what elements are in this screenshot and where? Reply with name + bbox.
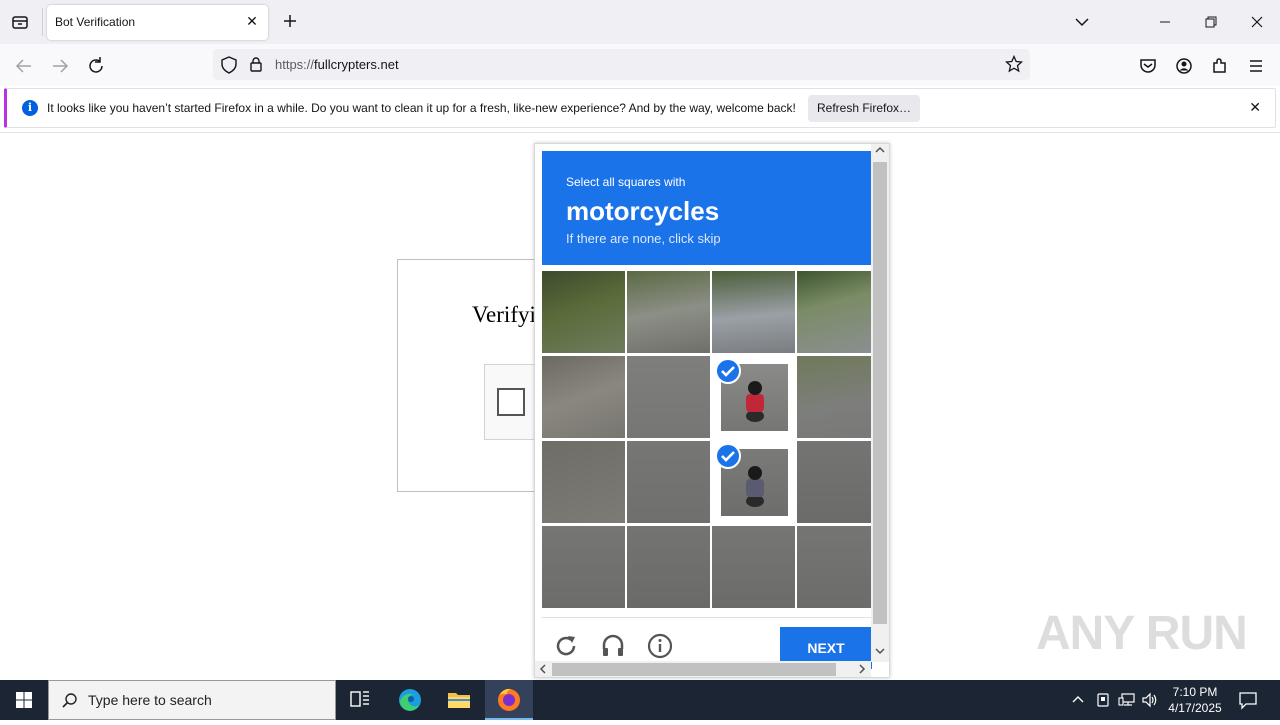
search-placeholder: Type here to search — [88, 692, 212, 708]
scroll-up-icon[interactable] — [875, 145, 885, 158]
task-view-icon[interactable] — [336, 680, 384, 720]
start-button[interactable] — [0, 680, 48, 720]
captcha-tile-4[interactable] — [797, 271, 880, 353]
refresh-firefox-button[interactable]: Refresh Firefox… — [808, 95, 920, 122]
notification-text: It looks like you haven’t started Firefo… — [47, 101, 796, 115]
url-scheme: https:// — [275, 57, 315, 72]
captcha-target: motorcycles — [566, 196, 720, 226]
reload-challenge-icon[interactable] — [552, 632, 580, 660]
horizontal-scroll-thumb[interactable] — [552, 663, 836, 676]
close-tab-icon[interactable]: ✕ — [244, 12, 260, 29]
captcha-tile-8[interactable] — [797, 356, 880, 438]
captcha-instruction: Select all squares with — [566, 175, 686, 189]
captcha-tile-16[interactable] — [797, 526, 880, 608]
anyrun-watermark: ANY RUN — [1036, 607, 1248, 660]
verification-title: Verifyi — [472, 302, 536, 327]
windows-taskbar: Type here to search 7:10 PM 4/17/2025 — [0, 680, 1280, 720]
captcha-image-grid — [542, 271, 880, 609]
captcha-tile-13[interactable] — [542, 526, 625, 608]
info-icon: i — [22, 100, 38, 116]
restore-icon[interactable] — [1195, 8, 1227, 36]
captcha-tile-1[interactable] — [542, 271, 625, 353]
refresh-notification-bar: i It looks like you haven’t started Fire… — [4, 88, 1276, 128]
tab-title: Bot Verification — [55, 15, 136, 29]
edge-icon[interactable] — [386, 680, 434, 720]
horizontal-scrollbar[interactable] — [535, 661, 871, 677]
captcha-tile-6[interactable] — [627, 356, 710, 438]
firefox-taskbar-icon[interactable] — [485, 680, 533, 720]
forward-icon[interactable] — [46, 52, 74, 80]
captcha-skip-hint: If there are none, click skip — [566, 231, 721, 246]
tab-bar: Bot Verification ✕ — [0, 0, 1280, 44]
scroll-left-icon[interactable] — [538, 664, 548, 677]
captcha-tile-15[interactable] — [712, 526, 795, 608]
reload-icon[interactable] — [82, 52, 110, 80]
captcha-tile-11[interactable] — [712, 441, 795, 523]
account-icon[interactable] — [1170, 52, 1198, 80]
clock-date: 4/17/2025 — [1168, 701, 1222, 715]
captcha-tile-2[interactable] — [627, 271, 710, 353]
captcha-header: Select all squares with motorcycles If t… — [542, 151, 872, 265]
pocket-icon[interactable] — [1134, 52, 1162, 80]
extensions-icon[interactable] — [1206, 52, 1234, 80]
captcha-tile-3[interactable] — [712, 271, 795, 353]
notifications-icon[interactable] — [1238, 690, 1258, 713]
url-text: https://fullcrypters.net — [275, 57, 399, 72]
clock-time: 7:10 PM — [1172, 685, 1218, 699]
volume-icon[interactable] — [1141, 692, 1159, 711]
tab-overview-icon[interactable] — [10, 12, 30, 32]
file-explorer-icon[interactable] — [435, 680, 483, 720]
divider — [42, 8, 43, 36]
captcha-tile-10[interactable] — [627, 441, 710, 523]
device-icon[interactable] — [1095, 692, 1111, 711]
captcha-footer: NEXT — [542, 617, 872, 669]
new-tab-icon[interactable] — [280, 11, 300, 31]
bookmark-star-icon[interactable] — [1004, 54, 1024, 78]
back-icon[interactable] — [10, 52, 38, 80]
scroll-right-icon[interactable] — [857, 664, 867, 677]
system-clock[interactable]: 7:10 PM 4/17/2025 — [1163, 684, 1227, 716]
captcha-tile-9[interactable] — [542, 441, 625, 523]
url-domain: fullcrypters.net — [314, 57, 399, 72]
show-hidden-icons[interactable] — [1071, 692, 1085, 709]
minimize-icon[interactable] — [1149, 8, 1181, 36]
captcha-popup: Select all squares with motorcycles If t… — [534, 143, 890, 678]
tracking-protection-icon[interactable] — [221, 56, 237, 79]
vertical-scrollbar[interactable] — [871, 144, 889, 662]
close-window-icon[interactable] — [1241, 8, 1273, 36]
menu-icon[interactable] — [1242, 52, 1270, 80]
taskbar-search-box[interactable]: Type here to search — [48, 680, 336, 720]
info-challenge-icon[interactable] — [646, 632, 674, 660]
captcha-tile-5[interactable] — [542, 356, 625, 438]
list-all-tabs-icon[interactable] — [1066, 8, 1098, 36]
vertical-scroll-thumb[interactable] — [873, 162, 887, 624]
search-icon — [61, 692, 79, 715]
close-notification-icon[interactable]: ✕ — [1249, 99, 1261, 116]
scroll-down-icon[interactable] — [875, 646, 885, 659]
selected-check-icon — [715, 358, 741, 384]
captcha-tile-14[interactable] — [627, 526, 710, 608]
selected-check-icon — [715, 443, 741, 469]
captcha-tile-7[interactable] — [712, 356, 795, 438]
tab-bot-verification[interactable]: Bot Verification ✕ — [47, 5, 268, 40]
audio-challenge-icon[interactable] — [599, 632, 627, 660]
lock-icon[interactable] — [249, 56, 263, 77]
url-bar[interactable]: https://fullcrypters.net — [213, 49, 1030, 80]
verify-checkbox[interactable] — [497, 388, 525, 416]
network-icon[interactable] — [1118, 692, 1136, 711]
captcha-tile-12[interactable] — [797, 441, 880, 523]
